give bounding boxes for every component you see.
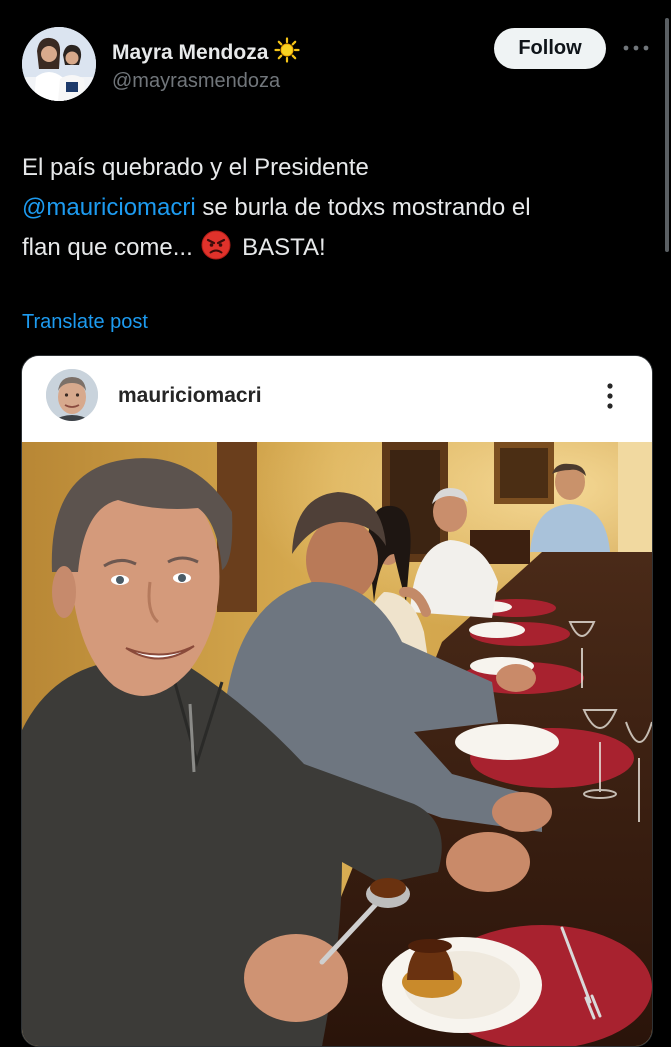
author-handle[interactable]: @mayrasmendoza [112, 70, 280, 93]
author-avatar-image [22, 27, 96, 101]
dinner-photo[interactable] [22, 442, 652, 1046]
angry-face-icon [201, 230, 231, 273]
post-header: Mayra Mendoza @mayrasmendoza Follow [0, 0, 671, 120]
post-text-line-3: flan que come... BASTA! [22, 228, 662, 273]
translate-post-link[interactable]: Translate post [22, 311, 148, 334]
more-horizontal-icon[interactable] [622, 38, 650, 58]
post-text-line-1: El país quebrado y el Presidente [22, 154, 369, 181]
instagram-header: mauriciomacri [22, 356, 652, 442]
instagram-avatar[interactable] [46, 369, 98, 421]
author-name-text: Mayra Mendoza [112, 41, 269, 64]
post-text-line-2-rest: se burla de todxs mostrando el [195, 194, 531, 221]
author-avatar[interactable] [22, 27, 96, 101]
mention-link[interactable]: @mauriciomacri [22, 194, 196, 221]
embedded-media-card[interactable]: mauriciomacri [21, 355, 653, 1047]
instagram-avatar-image [46, 369, 98, 421]
post-text: El país quebrado y el Presidente @mauric… [22, 148, 662, 273]
sun-icon [274, 37, 300, 69]
author-display-name[interactable]: Mayra Mendoza [112, 37, 300, 69]
dinner-photo-image [22, 442, 652, 1046]
post-text-line-3-start: flan que come... [22, 234, 193, 261]
more-vertical-icon[interactable] [600, 380, 620, 412]
follow-button[interactable]: Follow [494, 28, 606, 69]
post-text-line-2: @mauriciomacri se burla de todxs mostran… [22, 188, 662, 228]
instagram-username[interactable]: mauriciomacri [118, 384, 262, 408]
post-text-line-3-end: BASTA! [235, 234, 326, 261]
